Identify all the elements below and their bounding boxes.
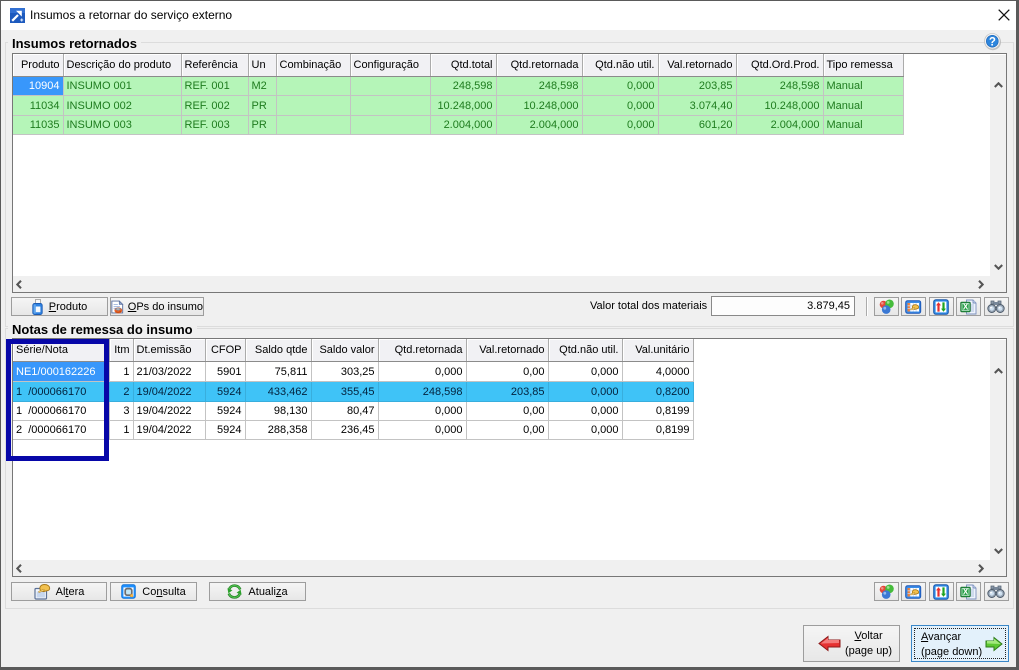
svg-text:X: X <box>963 302 969 311</box>
svg-text:X: X <box>963 587 969 596</box>
svg-text:?: ? <box>989 36 996 48</box>
